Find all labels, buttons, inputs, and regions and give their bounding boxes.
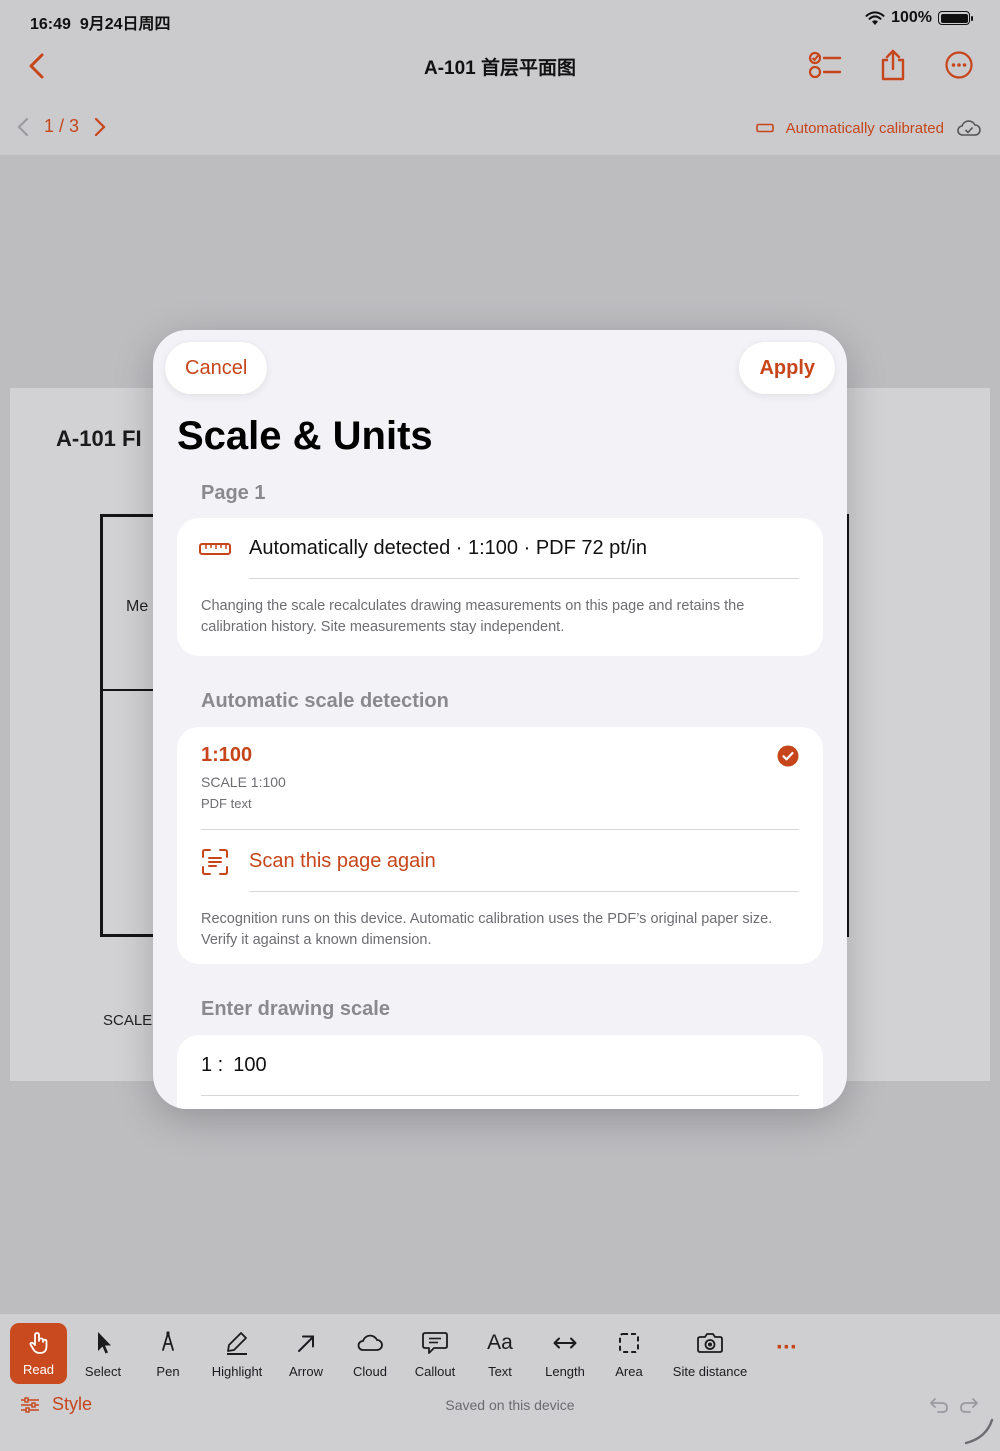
manual-section-header: Enter drawing scale (201, 998, 390, 1020)
tool-read[interactable]: Read (10, 1323, 67, 1384)
calibration-status[interactable]: Automatically calibrated (755, 118, 982, 138)
save-status: Saved on this device (445, 1397, 575, 1413)
tool-area[interactable]: Area (609, 1330, 649, 1379)
separator (201, 1095, 799, 1096)
tool-label: Callout (414, 1364, 456, 1379)
length-icon (553, 1337, 577, 1349)
scale-input-row: 1 : 100 (201, 1054, 267, 1077)
scale-option-1-100[interactable]: 1:100 SCALE 1:100 PDF text (177, 727, 823, 827)
tool-cloud[interactable]: Cloud (350, 1330, 390, 1379)
tool-callout[interactable]: Callout (410, 1330, 460, 1379)
page-scale-card: Automatically detected · 1:100 · PDF 72 … (177, 518, 823, 656)
scale-prefix: 1 : (201, 1054, 224, 1076)
status-right: 100% (865, 9, 973, 27)
tool-text[interactable]: Aa Text (482, 1330, 518, 1379)
room-label: Me (126, 598, 149, 615)
auto-section-header: Automatic scale detection (201, 690, 449, 712)
scan-document-icon (202, 849, 228, 875)
page-indicator: 1 / 3 (44, 116, 80, 136)
wall-line (100, 934, 155, 937)
document-title: A-101 首层平面图 (423, 58, 577, 79)
scale-units-sheet: Cancel Apply Scale & Units Page 1 Automa… (153, 330, 847, 1109)
tool-label: Area (615, 1364, 643, 1379)
tool-label: Pen (156, 1364, 180, 1379)
ruler-icon (199, 543, 231, 555)
cloud-check-icon (957, 120, 981, 136)
cancel-button[interactable]: Cancel (165, 342, 268, 394)
scale-denominator-input[interactable]: 100 (233, 1054, 266, 1077)
option-title: 1:100 (201, 744, 253, 766)
page-section-footnote: Changing the scale recalculates drawing … (201, 598, 745, 635)
ruler-icon (755, 123, 774, 133)
cloud-icon (357, 1334, 383, 1351)
tool-label: Highlight (211, 1364, 263, 1379)
pen-icon (162, 1331, 174, 1351)
tool-label: Cloud (353, 1364, 387, 1379)
status-time: 16:49 (30, 16, 71, 33)
auto-detection-card: 1:100 SCALE 1:100 PDF text Scan this pag… (177, 727, 823, 964)
drawing-scale-label: SCALE (103, 1012, 153, 1029)
battery-percent: 100% (891, 9, 932, 26)
auto-section-footnote: Recognition runs on this device. Automat… (201, 911, 773, 948)
detected-scale-text: Automatically detected · 1:100 · PDF 72 … (249, 537, 647, 559)
more-ellipsis-icon[interactable] (944, 50, 974, 80)
tool-label: Site distance (672, 1364, 748, 1379)
share-icon[interactable] (879, 48, 907, 82)
option-subtitle: SCALE 1:100 (201, 774, 286, 790)
callout-icon (422, 1332, 448, 1354)
option-source: PDF text (201, 796, 252, 811)
tool-arrow[interactable]: Arrow (286, 1330, 326, 1379)
manual-scale-card: 1 : 100 (177, 1035, 823, 1109)
wall-line (100, 514, 155, 517)
sheet-title: Scale & Units (177, 414, 433, 458)
status-time-date: 16:49 9月24日周四 (30, 10, 171, 34)
battery-icon (938, 11, 973, 25)
tool-label: Read (22, 1362, 55, 1377)
hand-pointer-icon (28, 1332, 47, 1354)
tool-pen[interactable]: Pen (152, 1330, 184, 1379)
camera-measure-icon (697, 1333, 723, 1353)
page-section-header: Page 1 (201, 482, 266, 504)
tool-label: Text (488, 1364, 512, 1379)
page-navigator: 1 / 3 (16, 116, 107, 137)
drawing-heading: A-101 FI (56, 426, 142, 451)
text-icon: Aa (487, 1331, 513, 1354)
scan-again-label: Scan this page again (249, 850, 436, 872)
checklist-icon[interactable] (808, 50, 842, 80)
area-icon (619, 1333, 639, 1353)
previous-page-icon[interactable] (16, 117, 30, 137)
more-tools-button[interactable]: ··· (776, 1334, 798, 1362)
tool-site-distance[interactable]: Site distance (668, 1330, 752, 1379)
tool-select[interactable]: Select (84, 1330, 122, 1379)
tool-highlight[interactable]: Highlight (205, 1330, 269, 1379)
checkmark-circle-icon (777, 745, 799, 767)
highlighter-icon (227, 1332, 247, 1355)
next-page-icon[interactable] (93, 117, 107, 137)
tool-label: Arrow (289, 1364, 323, 1379)
arrow-icon (298, 1335, 314, 1352)
tool-label: Length (545, 1364, 585, 1379)
scan-again-button[interactable]: Scan this page again (177, 830, 823, 890)
redo-icon[interactable] (958, 1395, 980, 1415)
tool-length[interactable]: Length (542, 1330, 588, 1379)
status-date: 9月24日周四 (79, 16, 171, 33)
calibration-label: Automatically calibrated (785, 119, 944, 137)
tool-label: Select (84, 1364, 122, 1379)
separator (249, 578, 799, 579)
separator (249, 891, 799, 892)
apply-button[interactable]: Apply (739, 342, 835, 394)
cursor-arrow-icon (98, 1332, 111, 1354)
wifi-icon (865, 10, 885, 25)
wall-line (100, 689, 155, 691)
undo-icon[interactable] (928, 1395, 950, 1415)
resize-handle-icon[interactable] (962, 1416, 996, 1446)
wall-line (100, 514, 103, 937)
